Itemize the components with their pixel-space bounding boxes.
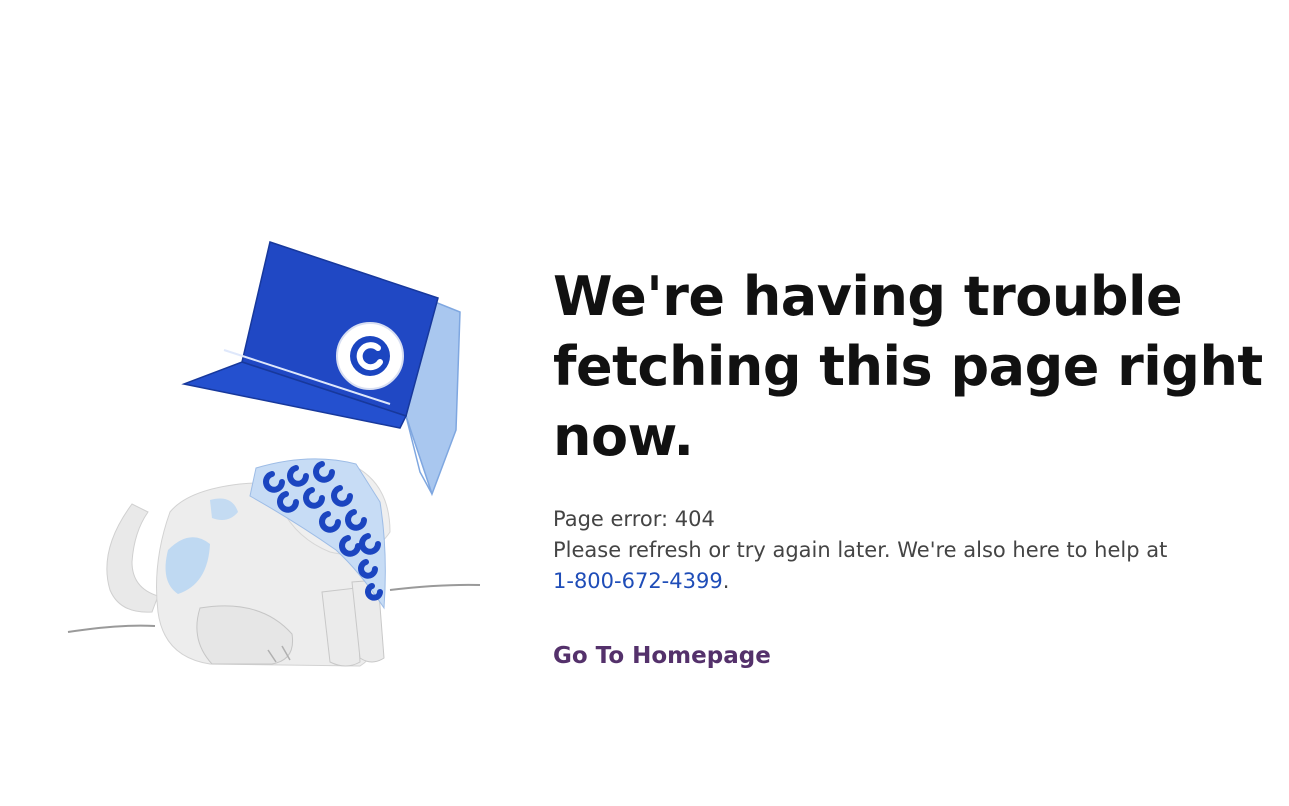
go-to-homepage-link[interactable]: Go To Homepage bbox=[553, 643, 771, 669]
dog-tail bbox=[106, 503, 159, 613]
error-headline: We're having trouble fetching this page … bbox=[553, 265, 1263, 468]
phone-suffix: . bbox=[722, 569, 730, 593]
error-messages: Page error: 404 Please refresh or try ag… bbox=[553, 504, 1273, 597]
error-page: We're having trouble fetching this page … bbox=[0, 0, 1289, 806]
error-code: Page error: 404 bbox=[553, 507, 715, 531]
ground-line-left bbox=[67, 624, 156, 633]
dog-illustration-svg bbox=[67, 241, 481, 667]
help-text: Please refresh or try again later. We're… bbox=[553, 538, 1168, 562]
phone-number-link[interactable]: 1-800-672-4399 bbox=[553, 569, 723, 593]
help-message: Please refresh or try again later. We're… bbox=[553, 535, 1273, 597]
dog-with-box-hat-illustration bbox=[60, 232, 490, 682]
ground-line-right bbox=[389, 583, 481, 591]
error-content: We're having trouble fetching this page … bbox=[553, 262, 1273, 669]
